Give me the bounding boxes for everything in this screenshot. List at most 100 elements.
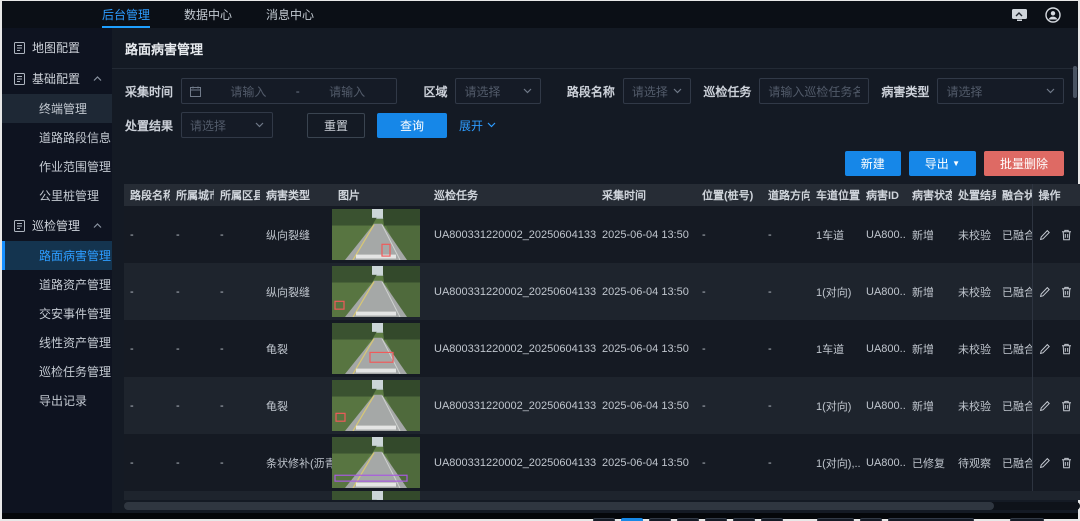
chevron-down-icon <box>255 122 264 128</box>
sidebar-group-1[interactable]: 基础配置 <box>2 63 112 94</box>
cell-position: - <box>696 434 762 491</box>
row-operations <box>1039 457 1080 469</box>
cell-image[interactable] <box>332 434 428 491</box>
start-date-placeholder: 请输入 <box>207 83 290 100</box>
sidebar-item-9[interactable]: 交安事件管理 <box>2 299 112 328</box>
sidebar-item-12[interactable]: 导出记录 <box>2 386 112 415</box>
disease-type-select[interactable]: 请选择 <box>937 78 1064 104</box>
cell-task: UA800331220002_20250604133852059 <box>428 377 596 434</box>
cell-ops <box>1032 263 1080 320</box>
expand-link[interactable]: 展开 <box>459 117 496 134</box>
cell-city: - <box>170 320 214 377</box>
cell-lane: 1(对向) <box>810 263 860 320</box>
caret-down-icon: ▼ <box>952 159 960 168</box>
col-header-13: 融合状态 <box>996 184 1032 206</box>
nav-tab-0[interactable]: 后台管理 <box>102 1 150 28</box>
sidebar-item-11[interactable]: 巡检任务管理 <box>2 357 112 386</box>
create-button[interactable]: 新建 <box>845 151 901 176</box>
delete-icon[interactable] <box>1061 286 1072 298</box>
table-body: ---纵向裂缝 UA800331220002_20250604133852059… <box>124 206 1080 491</box>
road-photo-thumbnail[interactable] <box>332 323 420 374</box>
nav-tab-1[interactable]: 数据中心 <box>184 1 232 28</box>
cell-collect_time: 2025-06-04 13:50 <box>596 206 696 263</box>
cell-disease_id: UA800... <box>860 263 906 320</box>
nav-tabs: 后台管理 数据中心 消息中心 <box>102 1 314 28</box>
edit-icon[interactable] <box>1039 229 1051 241</box>
cell-county: - <box>214 434 260 491</box>
batch-delete-button[interactable]: 批量删除 <box>984 151 1064 176</box>
vertical-scrollbar-thumb[interactable] <box>1073 66 1077 98</box>
cell-lane: 1车道 <box>810 320 860 377</box>
delete-icon[interactable] <box>1061 457 1072 469</box>
table-header-row: 路段名称所属城市所属区县病害类型图片巡检任务采集时间位置(桩号)道路方向车道位置… <box>124 184 1080 206</box>
cell-status: 已修复 <box>906 434 952 491</box>
sidebar-item-7[interactable]: 路面病害管理 <box>2 241 112 270</box>
user-avatar-icon[interactable] <box>1044 7 1062 23</box>
cell-ops <box>1032 377 1080 434</box>
road-photo-thumbnail[interactable] <box>332 209 420 260</box>
reset-button[interactable]: 重置 <box>307 113 365 138</box>
road-name-label: 路段名称 <box>567 83 615 100</box>
cell-image[interactable] <box>332 377 428 434</box>
sidebar-item-2[interactable]: 终端管理 <box>2 94 112 123</box>
result-select[interactable]: 请选择 <box>181 112 273 138</box>
delete-icon[interactable] <box>1061 229 1072 241</box>
monitor-icon[interactable] <box>1010 7 1028 23</box>
sidebar-group-0[interactable]: 地图配置 <box>2 32 112 63</box>
cell-ops <box>1032 320 1080 377</box>
cell-fusion: 已融合 <box>996 377 1032 434</box>
search-button[interactable]: 查询 <box>377 113 447 138</box>
chevron-down-icon <box>1046 88 1055 94</box>
pagination-bar: 共 12706 条 ‹ 123456···1271 › 10条/页 前往 1 页 <box>112 510 1078 521</box>
nav-tab-2[interactable]: 消息中心 <box>266 1 314 28</box>
export-button[interactable]: 导出 ▼ <box>909 151 976 176</box>
collect-time-range-input[interactable]: 请输入 - 请输入 <box>181 78 397 104</box>
app-window: 后台管理 数据中心 消息中心 地图配置基础配置终端管理道路路段信息作业范围管理公里桩… <box>2 1 1078 519</box>
edit-icon[interactable] <box>1039 400 1051 412</box>
sidebar-item-5[interactable]: 公里桩管理 <box>2 181 112 210</box>
road-photo-thumbnail[interactable] <box>332 380 420 431</box>
road-name-select[interactable]: 请选择 <box>623 78 692 104</box>
cell-image[interactable] <box>332 320 428 377</box>
sidebar-group-6[interactable]: 巡检管理 <box>2 210 112 241</box>
cell-image[interactable] <box>332 263 428 320</box>
cell-result: 未校验 <box>952 206 996 263</box>
sidebar-item-4[interactable]: 作业范围管理 <box>2 152 112 181</box>
road-photo-thumbnail[interactable] <box>332 437 420 488</box>
sidebar-item-10[interactable]: 线性资产管理 <box>2 328 112 357</box>
calendar-icon <box>190 86 201 97</box>
cell-city: - <box>170 377 214 434</box>
road-photo-thumbnail[interactable] <box>332 491 420 500</box>
edit-icon[interactable] <box>1039 286 1051 298</box>
cell-disease_type: 龟裂 <box>260 320 332 377</box>
cell-city: - <box>170 263 214 320</box>
topbar-icons <box>1010 1 1078 28</box>
page-header: 路面病害管理 <box>112 28 1078 69</box>
sidebar-item-3[interactable]: 道路路段信息 <box>2 123 112 152</box>
cell-image[interactable] <box>332 206 428 263</box>
window-frame: 后台管理 数据中心 消息中心 地图配置基础配置终端管理道路路段信息作业范围管理公里桩… <box>0 0 1080 521</box>
data-table: 路段名称所属城市所属区县病害类型图片巡检任务采集时间位置(桩号)道路方向车道位置… <box>124 184 1080 491</box>
disease-type-label: 病害类型 <box>881 83 929 100</box>
cell-position: - <box>696 377 762 434</box>
road-photo-thumbnail[interactable] <box>332 266 420 317</box>
delete-icon[interactable] <box>1061 343 1072 355</box>
cell-county: - <box>214 320 260 377</box>
horizontal-scrollbar-thumb[interactable] <box>124 502 994 510</box>
cell-city: - <box>170 434 214 491</box>
sidebar-item-8[interactable]: 道路资产管理 <box>2 270 112 299</box>
cell-disease_type: 龟裂 <box>260 377 332 434</box>
sidebar: 地图配置基础配置终端管理道路路段信息作业范围管理公里桩管理巡检管理路面病害管理道… <box>2 28 112 513</box>
edit-icon[interactable] <box>1039 343 1051 355</box>
region-select[interactable]: 请选择 <box>455 78 540 104</box>
cell-result: 未校验 <box>952 263 996 320</box>
result-label: 处置结果 <box>125 117 173 134</box>
task-input[interactable]: 请输入巡检任务名称 <box>759 78 869 104</box>
cell-fusion: 已融合 <box>996 206 1032 263</box>
cell-lane: 1(对向),... <box>810 434 860 491</box>
delete-icon[interactable] <box>1061 400 1072 412</box>
range-separator: - <box>296 84 300 98</box>
filter-row-2: 处置结果 请选择 重置 查询 展开 <box>125 112 1064 138</box>
edit-icon[interactable] <box>1039 457 1051 469</box>
partial-next-row <box>124 491 1080 500</box>
